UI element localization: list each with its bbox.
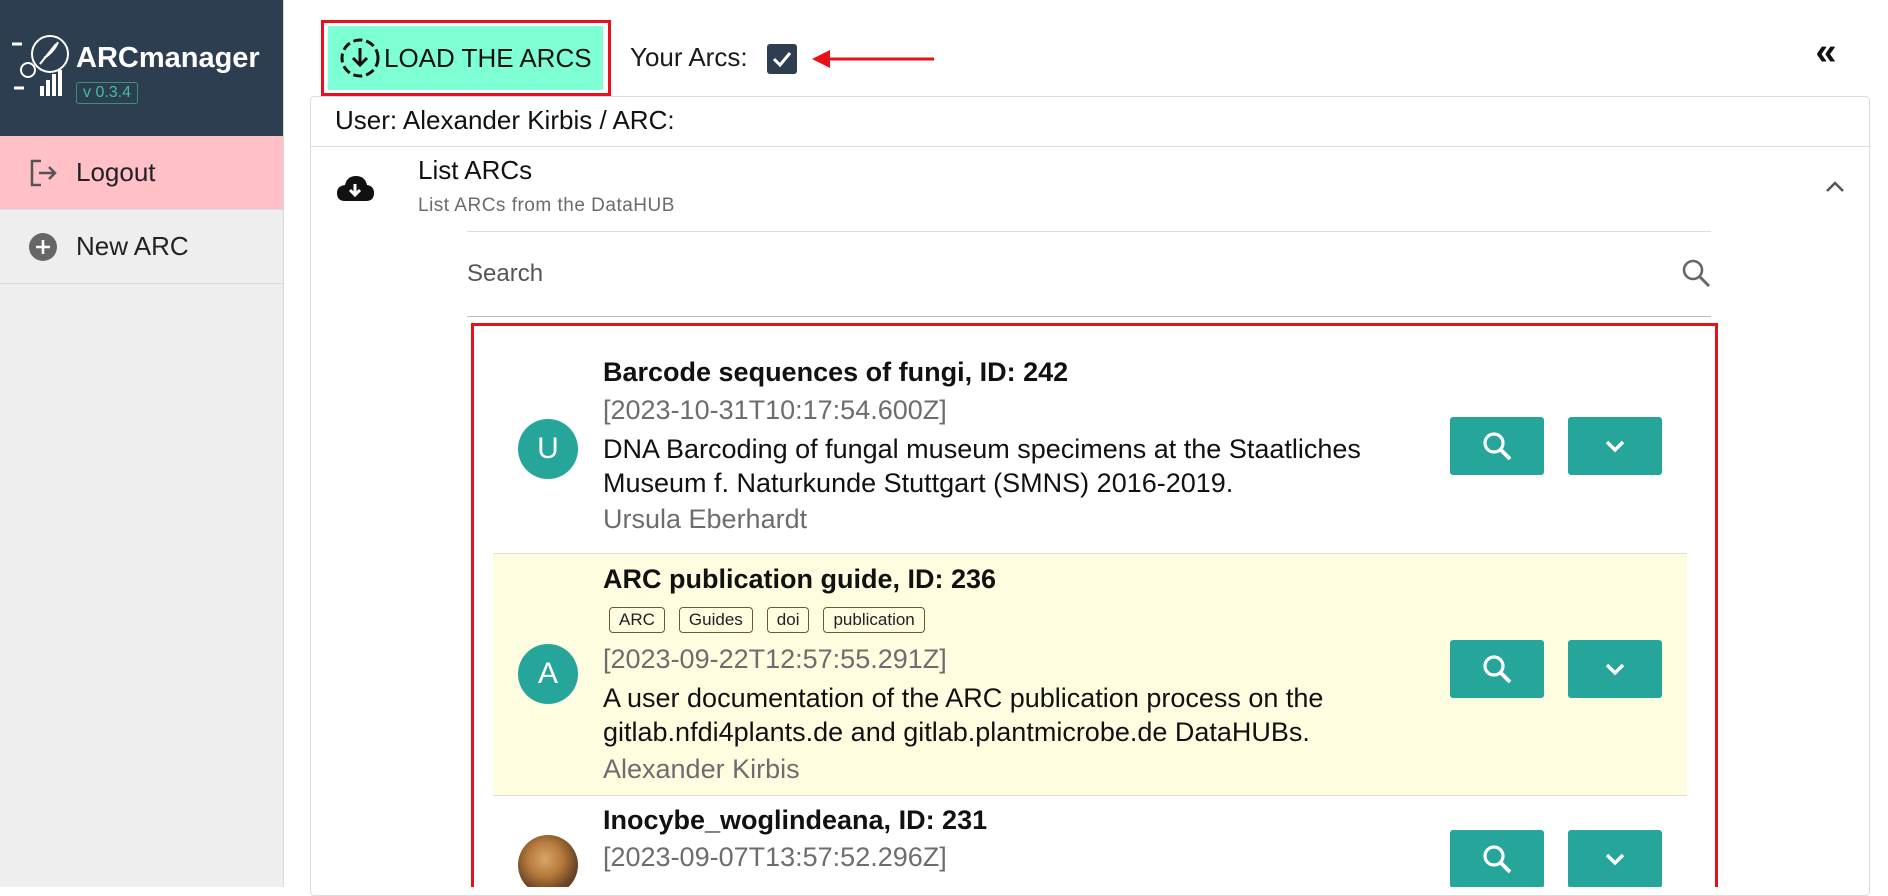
arc-description: A user documentation of the ARC publicat… [603,683,1324,747]
logout-icon [26,156,60,190]
chevron-up-icon[interactable] [1823,175,1847,199]
check-icon [772,52,792,68]
expand-button[interactable] [1568,640,1662,698]
search-icon[interactable] [1681,258,1711,288]
divider [311,146,1869,147]
expand-button[interactable] [1568,830,1662,887]
inspect-button[interactable] [1450,830,1544,887]
version-badge: v 0.3.4 [76,82,139,104]
chevron-down-icon [1605,440,1625,453]
your-arcs-checkbox[interactable] [767,44,797,74]
expand-button[interactable] [1568,417,1662,475]
plus-circle-icon [26,230,60,264]
download-circle-icon [340,38,380,78]
user-breadcrumb: User: Alexander Kirbis / ARC: [335,105,675,135]
tag-chip[interactable]: publication [823,607,925,633]
search-icon [1483,845,1512,874]
chevron-down-icon [1605,663,1625,676]
arc-title: Barcode sequences of fungi, ID: 242 [603,357,1069,387]
sidebar-item-label: New ARC [76,231,189,261]
section-subtitle: List ARCs from the DataHUB [418,195,675,216]
collapse-sidebar-button[interactable]: « [1806,31,1846,73]
annotation-arrow [812,50,934,68]
cloud-download-icon [337,176,374,201]
tag-chip[interactable]: ARC [609,607,665,633]
arc-author: Ursula Eberhardt [603,504,808,534]
tag-chip[interactable]: doi [766,607,810,633]
avatar: U [518,419,578,479]
arc-date: [2023-09-07T13:57:52.296Z] [603,842,947,872]
arc-logo-icon [12,35,69,96]
app-brand: ARCmanager v 0.3.4 [0,0,283,136]
inspect-button[interactable] [1450,640,1544,698]
sidebar-item-logout[interactable]: Logout [0,136,283,210]
search-input[interactable] [467,254,1647,294]
inspect-button[interactable] [1450,417,1544,475]
load-arcs-label: LOAD THE ARCS [384,42,592,73]
search-icon [1483,655,1512,684]
section-title: List ARCs [418,155,533,185]
arc-title: Inocybe_woglindeana, ID: 231 [603,805,988,835]
list-item[interactable]: A ARC publication guide, ID: 236 ARC Gui… [493,554,1687,796]
your-arcs-label: Your Arcs: [630,42,748,72]
double-chevron-left-icon: « [1815,30,1837,73]
sidebar-item-new-arc[interactable]: New ARC [0,210,283,284]
tag-chip[interactable]: Guides [678,607,753,633]
app-name: ARCmanager [76,42,260,74]
list-item[interactable]: Inocybe_woglindeana, ID: 231 [2023-09-07… [493,796,1687,887]
search-icon [1483,432,1512,461]
sidebar-item-label: Logout [76,157,156,187]
arc-date: [2023-10-31T10:17:54.600Z] [603,395,947,425]
arc-author: Alexander Kirbis [603,754,800,784]
arc-title: ARC publication guide, ID: 236 [603,564,997,594]
arc-date: [2023-09-22T12:57:55.291Z] [603,644,947,674]
avatar: A [518,644,578,704]
list-item[interactable]: U Barcode sequences of fungi, ID: 242 [2… [493,346,1687,554]
arc-description: DNA Barcoding of fungal museum specimens… [603,434,1361,498]
avatar [518,835,578,887]
sidebar: ARCmanager v 0.3.4 Logout New ARC [0,0,284,887]
tag-list: ARC Guides doi publication [609,607,925,633]
load-arcs-button[interactable]: LOAD THE ARCS [328,26,603,90]
search-bar [467,231,1711,317]
chevron-down-icon [1605,853,1625,866]
arc-list: U Barcode sequences of fungi, ID: 242 [2… [493,346,1718,887]
